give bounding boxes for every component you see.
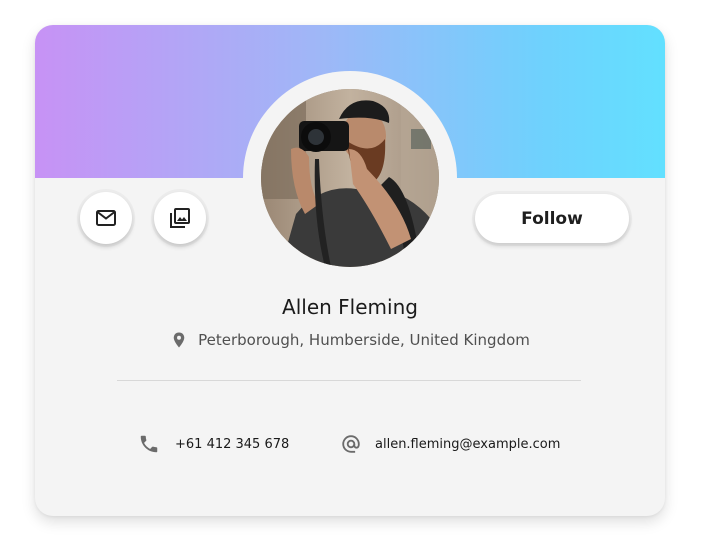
phone-icon bbox=[140, 435, 158, 453]
photo-library-icon bbox=[170, 208, 190, 228]
mail-icon bbox=[96, 210, 116, 226]
email-text[interactable]: allen.fleming@example.com bbox=[375, 437, 560, 452]
profile-location: Peterborough, Humberside, United Kingdom bbox=[35, 330, 665, 350]
email-contact: allen.fleming@example.com bbox=[340, 433, 560, 455]
phone-contact: +61 412 345 678 bbox=[138, 433, 289, 455]
phone-text[interactable]: +61 412 345 678 bbox=[175, 437, 289, 452]
at-sign-icon bbox=[342, 435, 360, 453]
profile-name: Allen Fleming bbox=[282, 295, 418, 319]
profile-card: Follow Allen Fleming Peterborough, Humbe… bbox=[35, 25, 665, 516]
follow-button[interactable]: Follow bbox=[475, 194, 629, 243]
mail-button[interactable] bbox=[80, 192, 132, 244]
gallery-button[interactable] bbox=[154, 192, 206, 244]
location-pin-icon bbox=[173, 332, 185, 348]
avatar-photo bbox=[261, 89, 439, 267]
location-text: Peterborough, Humberside, United Kingdom bbox=[198, 331, 530, 349]
divider bbox=[117, 380, 581, 381]
avatar bbox=[261, 89, 439, 267]
